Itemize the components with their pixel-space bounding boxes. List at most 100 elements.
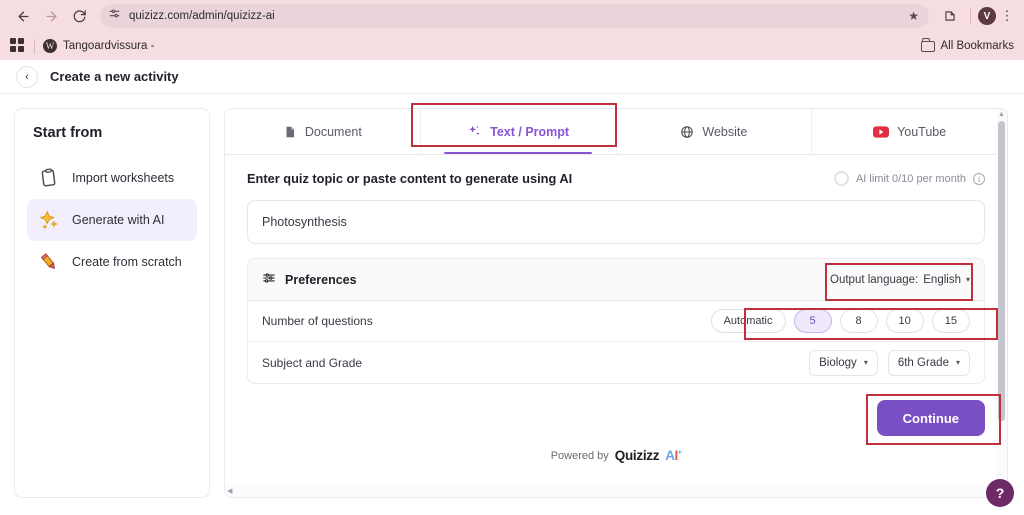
tab-document[interactable]: Document: [225, 109, 421, 154]
question-count-option-15[interactable]: 15: [931, 309, 970, 333]
tab-website[interactable]: Website: [617, 109, 813, 154]
grade-dropdown[interactable]: 6th Grade ▾: [887, 349, 970, 376]
browser-chrome: quizizz.com/admin/quizizz-ai ★ V ⋮ W Tan…: [0, 0, 1024, 60]
preferences-title: Preferences: [285, 272, 357, 287]
tab-label: YouTube: [897, 124, 947, 139]
sidebar-item-label: Import worksheets: [72, 171, 175, 185]
address-bar-url: quizizz.com/admin/quizizz-ai: [129, 10, 275, 22]
subject-grade-dropdowns: Biology ▾ 6th Grade ▾: [809, 349, 970, 376]
bookmark-item-tangoardvissura[interactable]: W Tangoardvissura -: [43, 39, 154, 53]
scroll-left-arrow-icon[interactable]: ◀: [225, 486, 996, 497]
preferences-title-group: Preferences: [262, 271, 357, 288]
info-icon[interactable]: i: [973, 172, 985, 185]
sidebar-item-label: Generate with AI: [72, 213, 165, 227]
powered-by-prefix: Powered by: [550, 449, 609, 462]
chevron-down-icon: ▾: [955, 358, 960, 367]
apps-grid-icon[interactable]: [10, 38, 26, 54]
browser-toolbar-right: V ⋮: [931, 3, 1014, 29]
grade-value: 6th Grade: [897, 356, 949, 369]
avatar[interactable]: V: [978, 7, 996, 25]
quizizz-ai-wordmark: AI+: [665, 448, 682, 463]
screen-root: quizizz.com/admin/quizizz-ai ★ V ⋮ W Tan…: [0, 0, 1024, 515]
chevron-down-icon: ▾: [965, 275, 970, 284]
header-back-button[interactable]: ‹: [16, 65, 38, 88]
row-number-of-questions: Number of questions Automatic 5 8 10 15: [248, 301, 984, 342]
chevron-down-icon: ▾: [863, 358, 868, 367]
app-body: Start from Import worksheets Generate wi…: [0, 94, 1024, 515]
address-bar[interactable]: quizizz.com/admin/quizizz-ai ★: [100, 4, 929, 28]
prompt-header-row: Enter quiz topic or paste content to gen…: [247, 171, 985, 186]
extensions-icon[interactable]: [937, 3, 963, 29]
question-count-option-automatic[interactable]: Automatic: [710, 309, 786, 333]
tab-label: Document: [304, 124, 362, 139]
sidebar-item-label: Create from scratch: [72, 255, 182, 269]
number-of-questions-label: Number of questions: [262, 314, 373, 328]
question-count-option-10[interactable]: 10: [885, 309, 924, 333]
bookmarks-divider: [34, 38, 35, 54]
sparkle-star-icon: [37, 208, 61, 232]
page-title: Create a new activity: [50, 69, 179, 84]
bookmark-item-label: Tangoardvissura -: [63, 40, 155, 52]
sidebar-item-create-from-scratch[interactable]: Create from scratch: [27, 241, 197, 283]
preferences-header: Preferences Output language: English ▾: [248, 259, 984, 301]
topic-input[interactable]: Photosynthesis: [247, 200, 985, 244]
help-button[interactable]: ?: [986, 479, 1014, 507]
preferences-block: Preferences Output language: English ▾ N…: [247, 258, 985, 384]
continue-button[interactable]: Continue: [876, 400, 985, 436]
subject-and-grade-label: Subject and Grade: [262, 355, 363, 370]
question-count-option-5[interactable]: 5: [793, 309, 832, 333]
site-settings-icon[interactable]: [108, 7, 121, 25]
globe-icon: [680, 125, 694, 139]
browser-toolbar: quizizz.com/admin/quizizz-ai ★ V ⋮: [0, 0, 1024, 32]
bookmark-star-icon[interactable]: ★: [908, 10, 919, 22]
tab-bar: Document Text / Prompt Website YouTube: [225, 109, 1007, 155]
browser-menu-icon[interactable]: ⋮: [1000, 8, 1014, 24]
reload-icon[interactable]: [66, 3, 92, 29]
continue-row: Continue: [247, 384, 985, 436]
clipboard-icon: [37, 166, 61, 190]
all-bookmarks-button[interactable]: All Bookmarks: [920, 38, 1015, 52]
subject-value: Biology: [819, 356, 857, 369]
all-bookmarks-label: All Bookmarks: [940, 40, 1015, 52]
scroll-up-arrow-icon[interactable]: ▲: [996, 109, 1007, 120]
output-language-label: Output language:: [830, 273, 919, 286]
tab-label: Text / Prompt: [490, 124, 570, 139]
number-of-questions-options: Automatic 5 8 10 15: [710, 309, 970, 333]
ai-limit-indicator: AI limit 0/10 per month i: [833, 171, 985, 186]
sidebar-item-generate-with-ai[interactable]: Generate with AI: [27, 199, 197, 241]
sidebar-heading: Start from: [33, 125, 103, 141]
sidebar: Start from Import worksheets Generate wi…: [14, 108, 210, 498]
pencil-icon: [37, 250, 61, 274]
forward-arrow-icon[interactable]: [38, 3, 64, 29]
output-language-value: English: [923, 273, 961, 286]
folder-icon: [920, 38, 935, 52]
horizontal-scrollbar[interactable]: ◀: [225, 486, 996, 497]
wordpress-icon: W: [43, 39, 57, 53]
quizizz-wordmark: Quizizz: [614, 448, 660, 463]
question-count-option-8[interactable]: 8: [839, 309, 878, 333]
tab-youtube[interactable]: YouTube: [812, 109, 1007, 154]
sparkles-icon: [467, 124, 482, 139]
generate-panel: Enter quiz topic or paste content to gen…: [225, 155, 1007, 497]
tab-text-prompt[interactable]: Text / Prompt: [421, 109, 617, 154]
main-card: Document Text / Prompt Website YouTube E…: [224, 108, 1008, 498]
document-icon: [283, 125, 297, 139]
row-subject-and-grade: Subject and Grade Biology ▾ 6th Grade ▾: [248, 342, 984, 383]
powered-by: Powered by Quizizz AI+: [247, 436, 985, 463]
progress-ring-icon: [833, 171, 849, 186]
sliders-icon: [262, 271, 276, 288]
sidebar-item-import-worksheets[interactable]: Import worksheets: [27, 157, 197, 199]
vertical-scroll-thumb[interactable]: [998, 121, 1005, 421]
prompt-label: Enter quiz topic or paste content to gen…: [247, 171, 573, 186]
youtube-icon: [873, 125, 890, 138]
output-language-dropdown[interactable]: Output language: English ▾: [830, 274, 970, 286]
back-icon[interactable]: [10, 3, 36, 29]
vertical-scrollbar[interactable]: ▲: [996, 109, 1007, 485]
bookmarks-bar: W Tangoardvissura - All Bookmarks: [0, 32, 1024, 60]
ai-limit-label: AI limit 0/10 per month: [855, 172, 966, 185]
tab-label: Website: [702, 124, 748, 139]
subject-dropdown[interactable]: Biology ▾: [809, 349, 878, 376]
toolbar-divider: [970, 8, 971, 24]
ai-sup: +: [677, 449, 682, 457]
app-header: ‹ Create a new activity: [0, 60, 1024, 94]
